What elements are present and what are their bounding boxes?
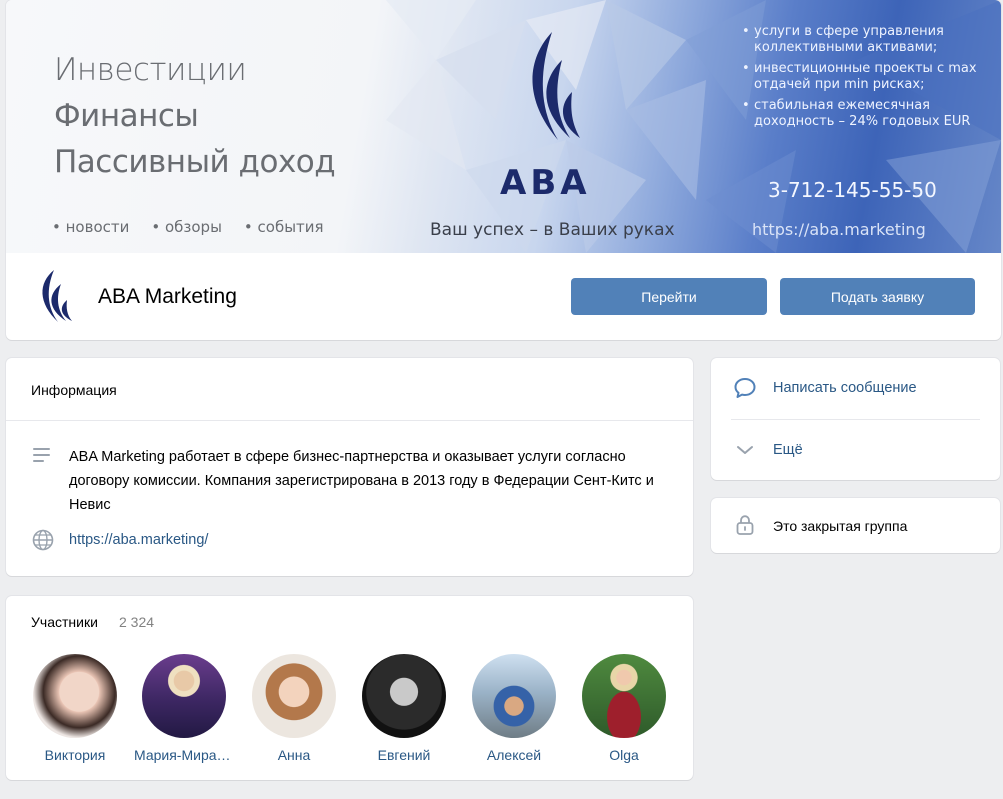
member-avatar[interactable] [362,654,446,738]
cover-bullet: услуги в сфере управления коллективными … [742,24,992,56]
member-name[interactable]: Olga [574,747,674,763]
member-name[interactable]: Мария-Мирагуль [134,747,234,763]
member-avatar[interactable] [142,654,226,738]
member-avatar[interactable] [33,654,117,738]
group-header: Инвестиции Финансы Пассивный доход • нов… [6,0,1001,340]
member-name[interactable]: Анна [244,747,344,763]
members-card: Участники 2 324 Виктория Мария-Мирагуль … [6,596,693,780]
cover-banner: Инвестиции Финансы Пассивный доход • нов… [6,0,1001,253]
cover-nav-reviews: • обзоры [151,218,222,236]
aba-logo-icon [532,32,580,140]
cover-brand: ABA [500,163,591,203]
members-title[interactable]: Участники [31,614,98,630]
cover-bullet: стабильная ежемесячная доходность – 24% … [742,98,992,130]
write-message-action[interactable]: Написать сообщение [711,368,1000,408]
closed-group-label: Это закрытая группа [773,518,908,534]
cover-nav-events: • события [243,218,324,236]
cover-bullets: услуги в сфере управления коллективными … [742,24,992,135]
group-name: ABA Marketing [98,285,237,308]
message-bubble-icon [734,378,756,398]
member-item[interactable]: Olga [574,654,674,763]
go-button[interactable]: Перейти [571,278,767,315]
member-item[interactable]: Евгений [354,654,454,763]
member-avatar[interactable] [252,654,336,738]
cover-heading-investments: Инвестиции [54,52,247,88]
website-link[interactable]: https://aba.marketing/ [69,532,208,548]
member-item[interactable]: Анна [244,654,344,763]
members-count: 2 324 [119,614,155,630]
actions-card: Написать сообщение Ещё [711,358,1000,480]
member-name[interactable]: Алексей [464,747,564,763]
divider [6,420,693,421]
closed-group-card: Это закрытая группа [711,498,1000,553]
info-card: Информация ABA Marketing работает в сфер… [6,358,693,576]
description-lines-icon [33,448,50,462]
cover-url: https://aba.marketing [752,220,926,239]
cover-slogan: Ваш успех – в Ваших руках [430,220,675,240]
write-message-label[interactable]: Написать сообщение [773,380,917,396]
cover-bullet: инвестиционные проекты с max отдачей при… [742,61,992,93]
more-label[interactable]: Ещё [773,442,803,458]
member-avatar[interactable] [582,654,666,738]
apply-button[interactable]: Подать заявку [780,278,975,315]
lock-icon [736,515,754,535]
group-title-bar: ABA Marketing Перейти Подать заявку [6,253,1001,340]
more-action[interactable]: Ещё [711,430,1000,470]
group-avatar[interactable] [34,269,74,323]
info-title: Информация [31,382,117,398]
member-item[interactable]: Виктория [25,654,125,763]
member-item[interactable]: Алексей [464,654,564,763]
chevron-down-icon [737,446,753,454]
group-description: ABA Marketing работает в сфере бизнес-па… [69,449,654,513]
cover-nav-news: • новости [52,218,130,236]
cover-heading-passive-income: Пассивный доход [54,144,336,180]
group-page: Инвестиции Финансы Пассивный доход • нов… [0,0,1003,799]
cover-heading-finance: Финансы [54,98,199,134]
globe-icon [32,529,54,551]
cover-nav: • новости • обзоры • события [52,218,324,236]
cover-phone: 3-712-145-55-50 [768,178,937,202]
member-name[interactable]: Евгений [354,747,454,763]
member-item[interactable]: Мария-Мирагуль [134,654,234,763]
member-avatar[interactable] [472,654,556,738]
member-name[interactable]: Виктория [25,747,125,763]
divider [731,419,980,420]
